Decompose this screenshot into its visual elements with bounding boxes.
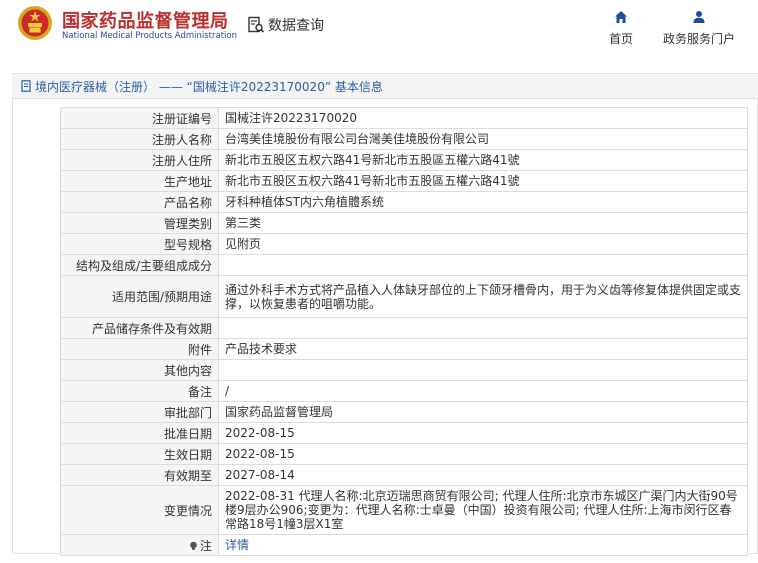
- row-value: /: [218, 380, 748, 402]
- row-label: 生产地址: [60, 170, 219, 192]
- detail-table: 注册证编号 国械注许20223170020 注册人名称 台湾美佳境股份有限公司台灣美…: [60, 107, 748, 556]
- row-value: [218, 359, 748, 381]
- document-icon: [21, 80, 31, 92]
- table-row: 产品储存条件及有效期: [60, 317, 748, 339]
- row-label: 型号规格: [60, 233, 219, 255]
- site-subtitle: National Medical Products Administration: [62, 31, 237, 41]
- details-link[interactable]: 详情: [225, 538, 249, 552]
- user-icon: [693, 11, 705, 23]
- row-label: 附件: [60, 338, 219, 360]
- table-row: 注 详情: [60, 534, 748, 556]
- row-label: 备注: [60, 380, 219, 402]
- breadcrumb: 境内医疗器械（注册） —— “国械注许20223170020” 基本信息: [12, 73, 758, 99]
- row-label: 审批部门: [60, 401, 219, 423]
- row-value: 第三类: [218, 212, 748, 234]
- row-label: 有效期至: [60, 464, 219, 486]
- table-row: 适用范围/预期用途 通过外科手术方式将产品植入人体缺牙部位的上下颌牙槽骨内，用于为…: [60, 275, 748, 318]
- data-query-link[interactable]: 数据查询: [247, 15, 324, 35]
- row-label: 注册人住所: [60, 149, 219, 171]
- data-query-label: 数据查询: [268, 18, 324, 34]
- row-value: [218, 317, 748, 339]
- row-value: 新北市五股区五权六路41号新北市五股區五權六路41號: [218, 149, 748, 171]
- row-value: 通过外科手术方式将产品植入人体缺牙部位的上下颌牙槽骨内，用于为义齿等修复体提供固…: [218, 275, 748, 318]
- document-search-icon: [248, 16, 265, 33]
- row-value: 2022-08-31 代理人名称:北京迈瑞思商贸有限公司; 代理人住所:北京市东…: [218, 485, 748, 535]
- note-label-cell: 注: [60, 534, 219, 556]
- row-value: [218, 254, 748, 276]
- table-row: 注册人住所 新北市五股区五权六路41号新北市五股區五權六路41號: [60, 149, 748, 171]
- row-value: 产品技术要求: [218, 338, 748, 360]
- nav-home[interactable]: 首页: [609, 10, 633, 47]
- row-label: 管理类别: [60, 212, 219, 234]
- note-value: 详情: [218, 534, 748, 556]
- nav-service-portal[interactable]: 政务服务门户: [663, 10, 735, 47]
- bulb-icon: [190, 541, 197, 550]
- table-row: 有效期至 2027-08-14: [60, 464, 748, 486]
- home-icon: [615, 11, 627, 23]
- nav-service-portal-label: 政务服务门户: [663, 32, 736, 46]
- table-row: 审批部门 国家药品监督管理局: [60, 401, 748, 423]
- table-row: 备注 /: [60, 380, 748, 402]
- table-row: 变更情况 2022-08-31 代理人名称:北京迈瑞思商贸有限公司; 代理人住所:…: [60, 485, 748, 535]
- note-label-text: 注: [199, 538, 212, 553]
- row-label: 结构及组成/主要组成成分: [60, 254, 219, 276]
- row-value: 新北市五股区五权六路41号新北市五股區五權六路41號: [218, 170, 748, 192]
- table-row: 产品名称 牙科种植体ST内六角植體系统: [60, 191, 748, 213]
- row-label: 其他内容: [60, 359, 219, 381]
- table-row: 生效日期 2022-08-15: [60, 443, 748, 465]
- row-value: 台湾美佳境股份有限公司台灣美佳境股份有限公司: [218, 128, 748, 150]
- national-emblem-icon: [18, 6, 52, 40]
- breadcrumb-text: 境内医疗器械（注册） —— “国械注许20223170020” 基本信息: [35, 79, 383, 94]
- row-value: 2027-08-14: [218, 464, 748, 486]
- row-value: 牙科种植体ST内六角植體系统: [218, 191, 748, 213]
- row-value: 2022-08-15: [218, 422, 748, 444]
- row-label: 注册证编号: [60, 107, 219, 129]
- row-label: 产品名称: [60, 191, 219, 213]
- site-title: 国家药品监督管理局: [62, 11, 229, 32]
- table-row: 其他内容: [60, 359, 748, 381]
- row-label: 批准日期: [60, 422, 219, 444]
- note-label: 注: [189, 537, 212, 554]
- row-value: 2022-08-15: [218, 443, 748, 465]
- table-row: 注册人名称 台湾美佳境股份有限公司台灣美佳境股份有限公司: [60, 128, 748, 150]
- nav-home-label: 首页: [609, 32, 634, 46]
- table-row: 管理类别 第三类: [60, 212, 748, 234]
- table-row: 型号规格 见附页: [60, 233, 748, 255]
- table-row: 附件 产品技术要求: [60, 338, 748, 360]
- table-row: 批准日期 2022-08-15: [60, 422, 748, 444]
- row-label: 适用范围/预期用途: [60, 275, 219, 318]
- table-row: 结构及组成/主要组成成分: [60, 254, 748, 276]
- site-header: 国家药品监督管理局 National Medical Products Admi…: [0, 0, 758, 58]
- row-label: 注册人名称: [60, 128, 219, 150]
- row-label: 生效日期: [60, 443, 219, 465]
- row-value: 见附页: [218, 233, 748, 255]
- row-label: 产品储存条件及有效期: [60, 317, 219, 339]
- row-label: 变更情况: [60, 485, 219, 535]
- table-row: 注册证编号 国械注许20223170020: [60, 107, 748, 129]
- row-value: 国家药品监督管理局: [218, 401, 748, 423]
- row-value: 国械注许20223170020: [218, 107, 748, 129]
- table-row: 生产地址 新北市五股区五权六路41号新北市五股區五權六路41號: [60, 170, 748, 192]
